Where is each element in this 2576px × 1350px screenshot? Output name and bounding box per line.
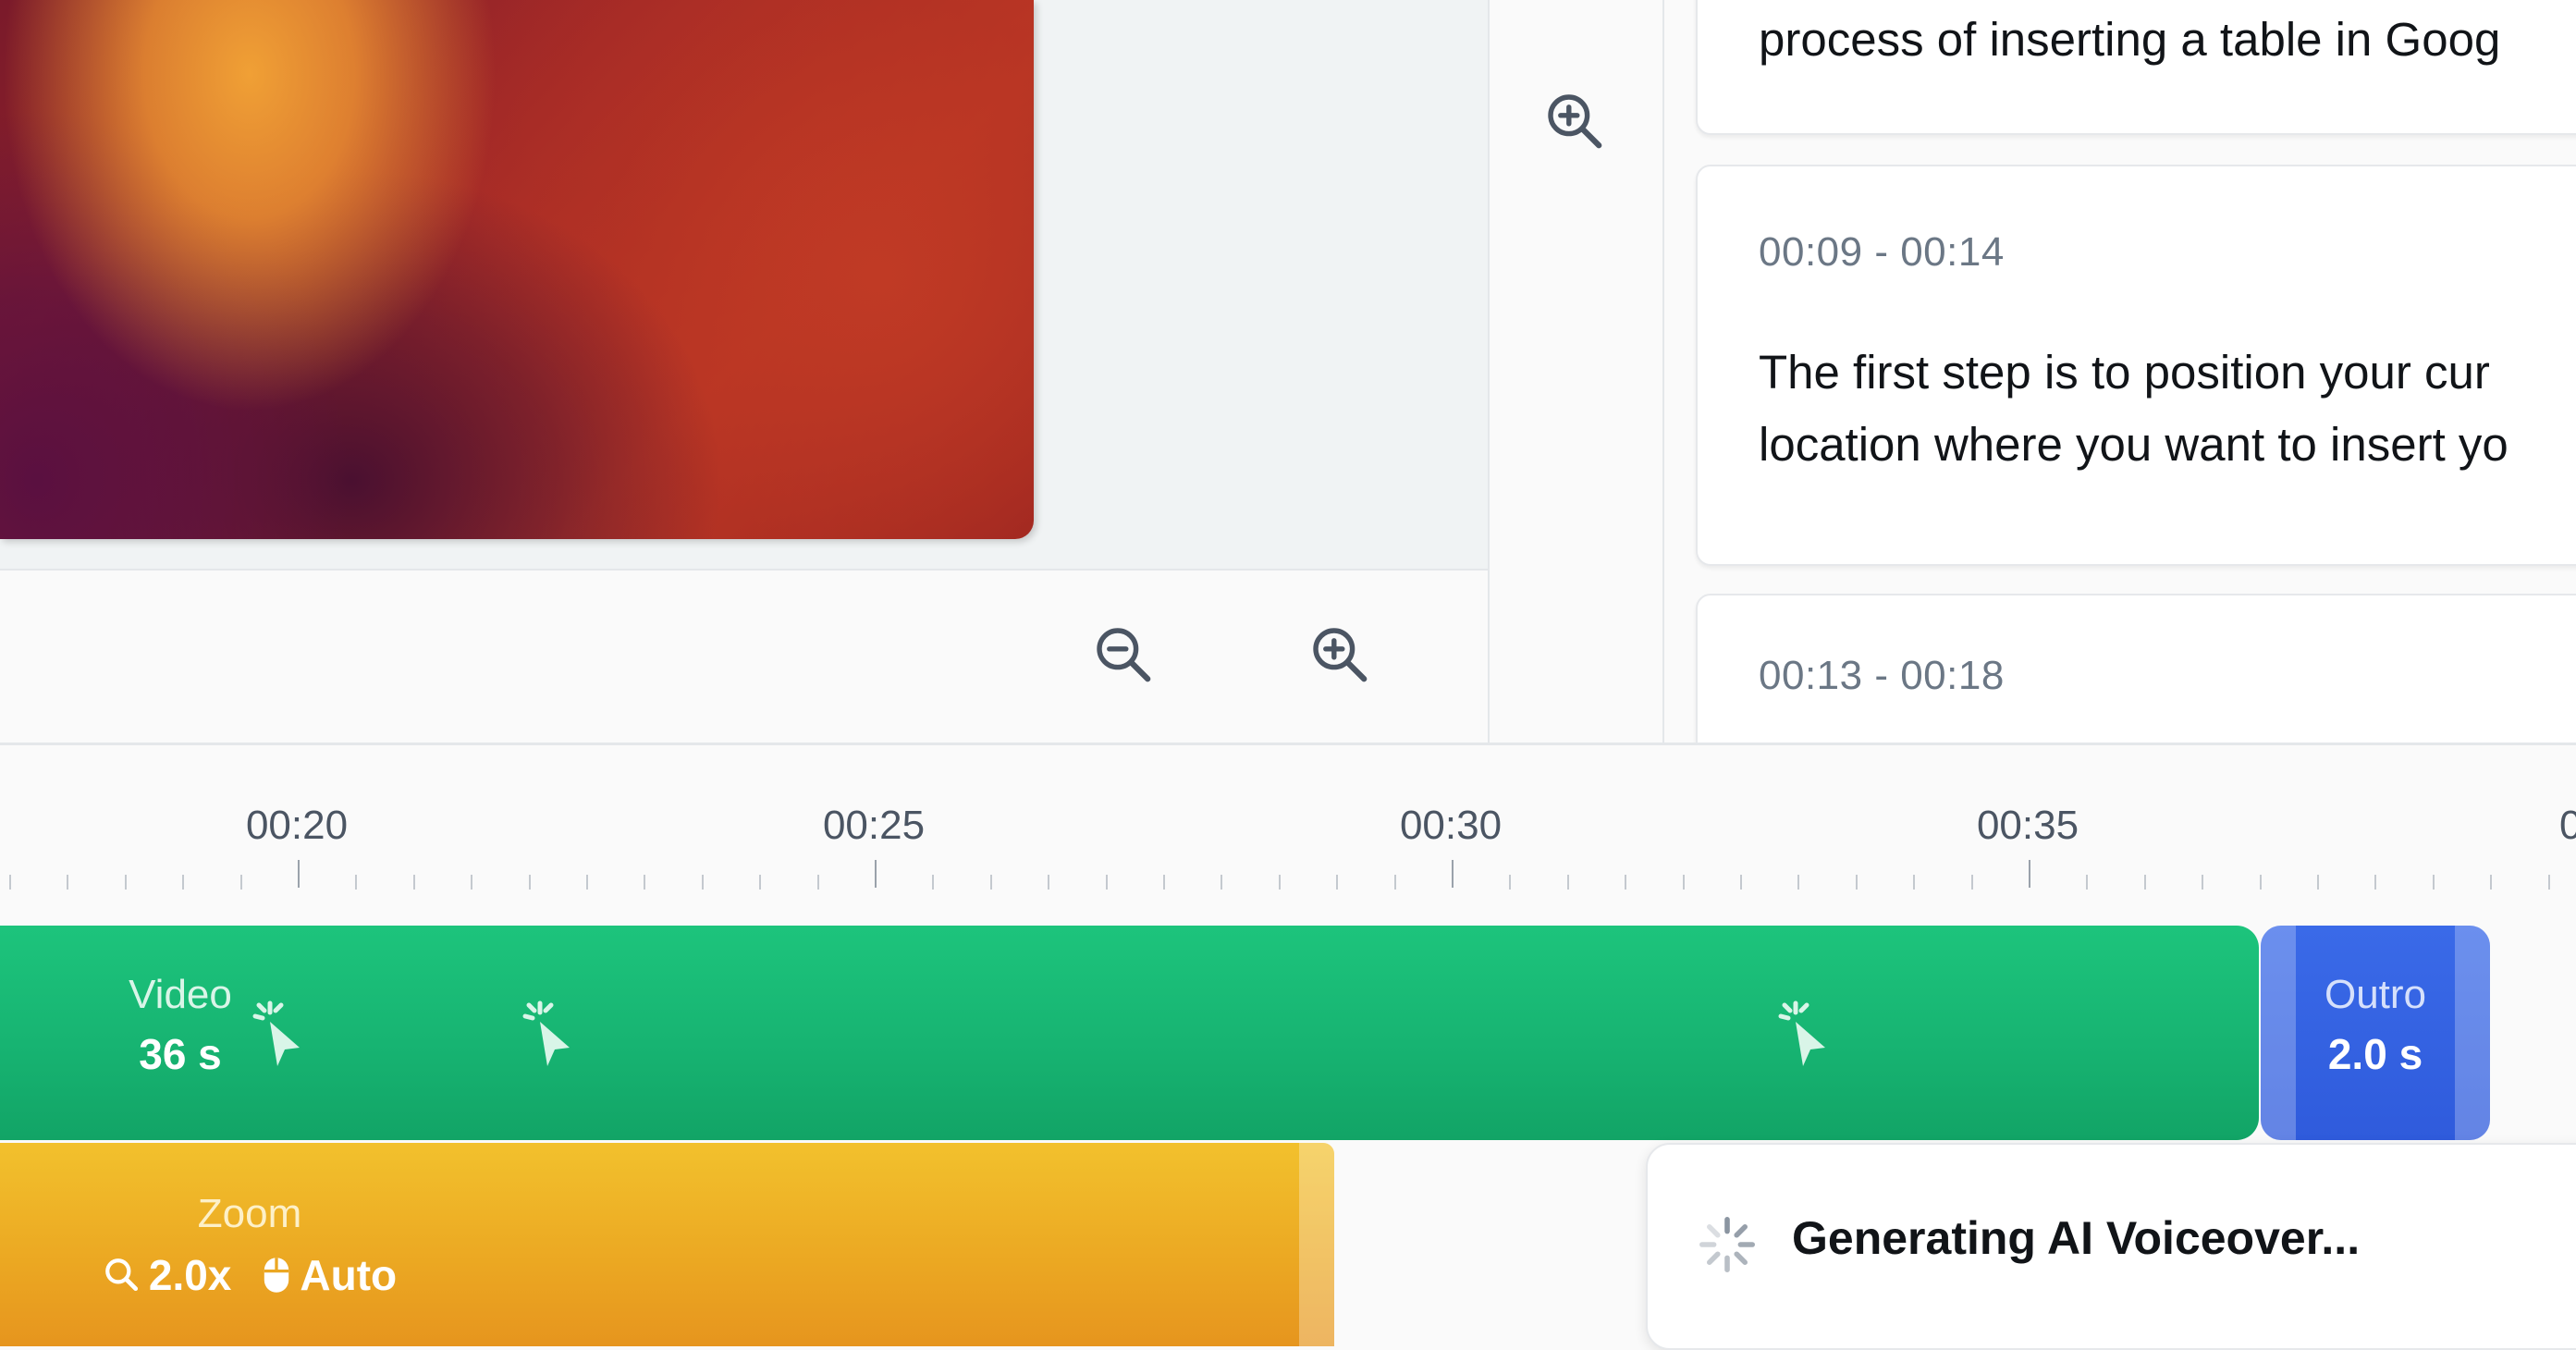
zoom-track-settings: 2.0x Auto xyxy=(83,1250,416,1300)
ruler-tick xyxy=(1682,875,1685,890)
preview-toolbar xyxy=(0,569,1489,744)
ruler-label: 00:35 xyxy=(1976,803,2079,848)
outro-track-duration: 2.0 s xyxy=(2327,1030,2423,1078)
ruler-tick xyxy=(932,875,935,890)
script-card[interactable]: process of inserting a table in Goog xyxy=(1696,0,2576,135)
video-track-title: Video xyxy=(129,972,232,1017)
script-panel: process of inserting a table in Goog 00:… xyxy=(1664,0,2576,742)
ruler-tick xyxy=(2547,875,2550,890)
ruler-tick xyxy=(1970,875,1973,890)
ruler-tick xyxy=(759,875,762,890)
ruler-tick xyxy=(1740,875,1742,890)
click-marker-icon[interactable] xyxy=(1777,1000,1836,1074)
video-track[interactable]: Video 36 s xyxy=(0,926,2259,1140)
ruler-label: 00 xyxy=(2559,803,2576,848)
script-text: The first step is to position your cur l… xyxy=(1759,346,2509,471)
zoom-in-button[interactable] xyxy=(1304,619,1378,693)
ruler-tick xyxy=(239,875,242,890)
ruler-tick xyxy=(1625,875,1627,890)
ruler-tick xyxy=(989,875,992,890)
ruler-label: 00:20 xyxy=(245,803,349,848)
toast-message: Generating AI Voiceover... xyxy=(1792,1212,2361,1264)
zoom-track[interactable]: Zoom 2.0x Auto xyxy=(0,1143,1334,1346)
spinner-icon xyxy=(1699,1217,1755,1272)
ruler-tick xyxy=(1105,875,1108,890)
script-card[interactable]: 00:09 - 00:14 The first step is to posit… xyxy=(1696,165,2576,566)
outro-track[interactable]: Outro 2.0 s xyxy=(2261,926,2490,1140)
ruler-tick xyxy=(2490,875,2493,890)
magnifier-icon xyxy=(105,1258,138,1292)
ruler-tick xyxy=(471,875,473,890)
ruler-tick xyxy=(816,875,819,890)
ruler-tick xyxy=(124,875,127,890)
script-text: process of inserting a table in Goog xyxy=(1759,13,2501,66)
side-toolbar xyxy=(1490,0,1662,742)
click-marker-icon[interactable] xyxy=(251,1000,311,1074)
ruler-tick xyxy=(67,875,69,890)
zoom-in-icon xyxy=(1548,94,1602,149)
ruler-label: 00:25 xyxy=(822,803,926,848)
ruler-tick xyxy=(2202,875,2204,890)
ruler-tick xyxy=(1452,860,1454,888)
script-timestamp: 00:09 - 00:14 xyxy=(1759,229,2005,275)
video-track-label: Video 36 s xyxy=(111,972,250,1079)
ruler-tick xyxy=(2317,875,2319,890)
ruler-tick xyxy=(1566,875,1569,890)
ruler-tick xyxy=(1393,875,1396,890)
zoom-level: 2.0x xyxy=(148,1251,232,1299)
ruler-tick xyxy=(875,860,877,888)
voiceover-toast: Generating AI Voiceover... xyxy=(1646,1143,2576,1350)
video-preview[interactable] xyxy=(0,0,1034,539)
mouse-icon xyxy=(264,1258,289,1293)
ruler-tick xyxy=(2029,860,2030,888)
script-card[interactable]: 00:13 - 00:18 xyxy=(1696,594,2576,742)
zoom-track-label: Zoom 2.0x Auto xyxy=(83,1191,416,1300)
click-marker-icon[interactable] xyxy=(521,1000,581,1074)
ruler-tick xyxy=(2086,875,2089,890)
zoom-in-icon xyxy=(1313,628,1368,682)
zoom-out-icon xyxy=(1097,628,1151,682)
ruler-tick xyxy=(1797,875,1800,890)
script-timestamp: 00:13 - 00:18 xyxy=(1759,653,2005,698)
video-track-duration: 36 s xyxy=(139,1030,222,1078)
zoom-out-button[interactable] xyxy=(1087,619,1161,693)
ruler-tick xyxy=(298,860,300,888)
ruler-tick xyxy=(1509,875,1512,890)
zoom-mode: Auto xyxy=(300,1251,398,1299)
ruler-label: 00:30 xyxy=(1399,803,1503,848)
ruler-tick xyxy=(1221,875,1223,890)
ruler-tick xyxy=(2259,875,2262,890)
outro-track-title: Outro xyxy=(2324,972,2427,1017)
ruler-tick xyxy=(1278,875,1281,890)
ruler-tick xyxy=(412,875,415,890)
ruler-tick xyxy=(182,875,185,890)
ruler-tick xyxy=(1048,875,1050,890)
ruler-tick xyxy=(528,875,531,890)
ruler-tick xyxy=(2143,875,2146,890)
ruler-tick xyxy=(701,875,704,890)
ruler-tick xyxy=(1336,875,1339,890)
zoom-resize-handle[interactable] xyxy=(1299,1143,1334,1346)
zoom-track-title: Zoom xyxy=(197,1191,302,1236)
preview-pane xyxy=(0,0,1489,569)
ruler-tick xyxy=(9,875,11,890)
ruler-tick xyxy=(1163,875,1165,890)
ruler-tick xyxy=(355,875,358,890)
ruler-tick xyxy=(2374,875,2377,890)
ruler-tick xyxy=(1855,875,1858,890)
ruler-tick xyxy=(644,875,646,890)
side-zoom-in-button[interactable] xyxy=(1539,85,1613,159)
ruler-tick xyxy=(1913,875,1916,890)
outro-track-label: Outro 2.0 s xyxy=(2261,972,2490,1079)
preview-divider xyxy=(1488,0,1490,742)
ruler-tick xyxy=(2432,875,2435,890)
ruler-tick xyxy=(586,875,588,890)
